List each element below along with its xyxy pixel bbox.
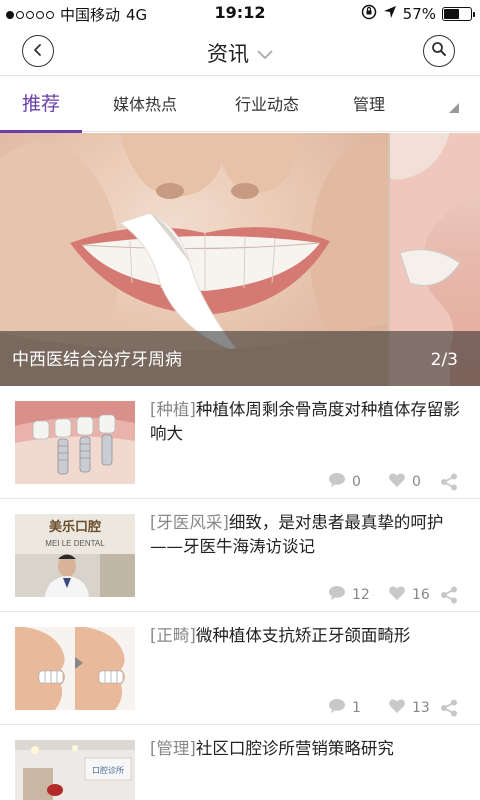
news-thumbnail-dentist[interactable]: 美乐口腔 MEI LE DENTAL	[15, 514, 135, 597]
clinic-logo-text: 口腔诊所	[92, 765, 124, 775]
news-title[interactable]: [正畸]微种植体支抗矫正牙颌面畸形	[150, 624, 465, 648]
more-tabs-triangle-icon[interactable]	[448, 99, 460, 118]
news-title-text: 社区口腔诊所营销策略研究	[195, 739, 394, 758]
comment-count[interactable]: 0	[328, 472, 361, 492]
tab-label: 推荐	[21, 93, 60, 115]
list-item[interactable]: 口腔诊所 [管理]社区口腔诊所营销策略研究	[0, 725, 480, 800]
list-item[interactable]: [种植]种植体周剩余骨高度对种植体存留影响大 0 0	[0, 386, 480, 499]
like-count[interactable]: 16	[388, 585, 430, 605]
tab-recommend[interactable]: 推荐	[0, 77, 82, 133]
orientation-lock-icon	[361, 4, 377, 24]
banner-caption[interactable]: 中西医结合治疗牙周病	[12, 345, 182, 370]
news-list: [种植]种植体周剩余骨高度对种植体存留影响大 0 0 美乐口腔 MEI LE D…	[0, 386, 480, 800]
news-thumbnail-clinic[interactable]: 口腔诊所	[15, 740, 135, 800]
tab-label: 管理	[352, 95, 385, 114]
like-count[interactable]: 0	[388, 472, 421, 492]
heart-icon	[388, 472, 406, 492]
comment-icon	[328, 698, 346, 718]
category-tabs: 推荐 媒体热点 行业动态 管理	[0, 77, 480, 133]
share-icon[interactable]	[440, 473, 458, 495]
like-count-value: 13	[412, 700, 430, 716]
comment-count-value: 0	[352, 474, 361, 490]
share-icon[interactable]	[440, 586, 458, 608]
comment-icon	[328, 472, 346, 492]
news-title-text: 微种植体支抗矫正牙颌面畸形	[195, 626, 411, 645]
tab-label: 媒体热点	[112, 95, 177, 114]
news-meta: 12 16	[150, 585, 470, 605]
comment-count[interactable]: 1	[328, 698, 361, 718]
comment-count-value: 12	[352, 587, 370, 603]
list-item[interactable]: 美乐口腔 MEI LE DENTAL [牙医风采]细致，是对患者最真挚的呵护——…	[0, 499, 480, 612]
location-arrow-icon	[383, 5, 397, 23]
news-title[interactable]: [种植]种植体周剩余骨高度对种植体存留影响大	[150, 398, 465, 446]
news-title[interactable]: [牙医风采]细致，是对患者最真挚的呵护——牙医牛海涛访谈记	[150, 511, 465, 559]
like-count-value: 16	[412, 587, 430, 603]
like-count-value: 0	[412, 474, 421, 490]
news-title[interactable]: [管理]社区口腔诊所营销策略研究	[150, 737, 465, 761]
status-right: 57%	[361, 4, 475, 24]
news-title-text: 种植体周剩余骨高度对种植体存留影响大	[150, 400, 460, 443]
app-header: 资讯	[0, 26, 480, 76]
like-count[interactable]: 13	[388, 698, 430, 718]
news-tag: [正畸]	[150, 626, 196, 645]
chevron-down-icon	[257, 41, 273, 65]
clinic-sign-en-text: MEI LE DENTAL	[45, 539, 105, 548]
news-meta: 1 13	[150, 698, 470, 718]
tab-label: 行业动态	[234, 95, 299, 114]
tab-management[interactable]: 管理	[340, 77, 398, 132]
tab-industry-news[interactable]: 行业动态	[222, 77, 312, 132]
battery-percent: 57%	[402, 5, 436, 23]
search-button[interactable]	[423, 35, 455, 67]
banner-page-counter: 2/3	[430, 350, 458, 370]
battery-icon	[442, 7, 475, 21]
heart-icon	[388, 585, 406, 605]
news-thumbnail-orthodontics[interactable]	[15, 627, 135, 710]
list-item[interactable]: [正畸]微种植体支抗矫正牙颌面畸形 1 13	[0, 612, 480, 725]
news-meta: 0 0	[150, 472, 470, 492]
search-icon	[431, 41, 447, 61]
news-tag: [管理]	[150, 739, 196, 758]
status-bar: 中国移动 4G 19:12 57%	[0, 0, 480, 26]
page-title[interactable]: 资讯	[0, 38, 480, 68]
share-icon[interactable]	[440, 699, 458, 721]
news-thumbnail-implants[interactable]	[15, 401, 135, 484]
heart-icon	[388, 698, 406, 718]
comment-count[interactable]: 12	[328, 585, 370, 605]
news-tag: [种植]	[150, 400, 196, 419]
banner-carousel[interactable]: 中西医结合治疗牙周病 2/3	[0, 133, 480, 386]
page-title-text: 资讯	[207, 42, 249, 66]
tab-media-hotspots[interactable]: 媒体热点	[100, 77, 190, 132]
news-tag: [牙医风采]	[150, 513, 229, 532]
clinic-sign-text: 美乐口腔	[49, 519, 101, 534]
comment-count-value: 1	[352, 700, 361, 716]
comment-icon	[328, 585, 346, 605]
